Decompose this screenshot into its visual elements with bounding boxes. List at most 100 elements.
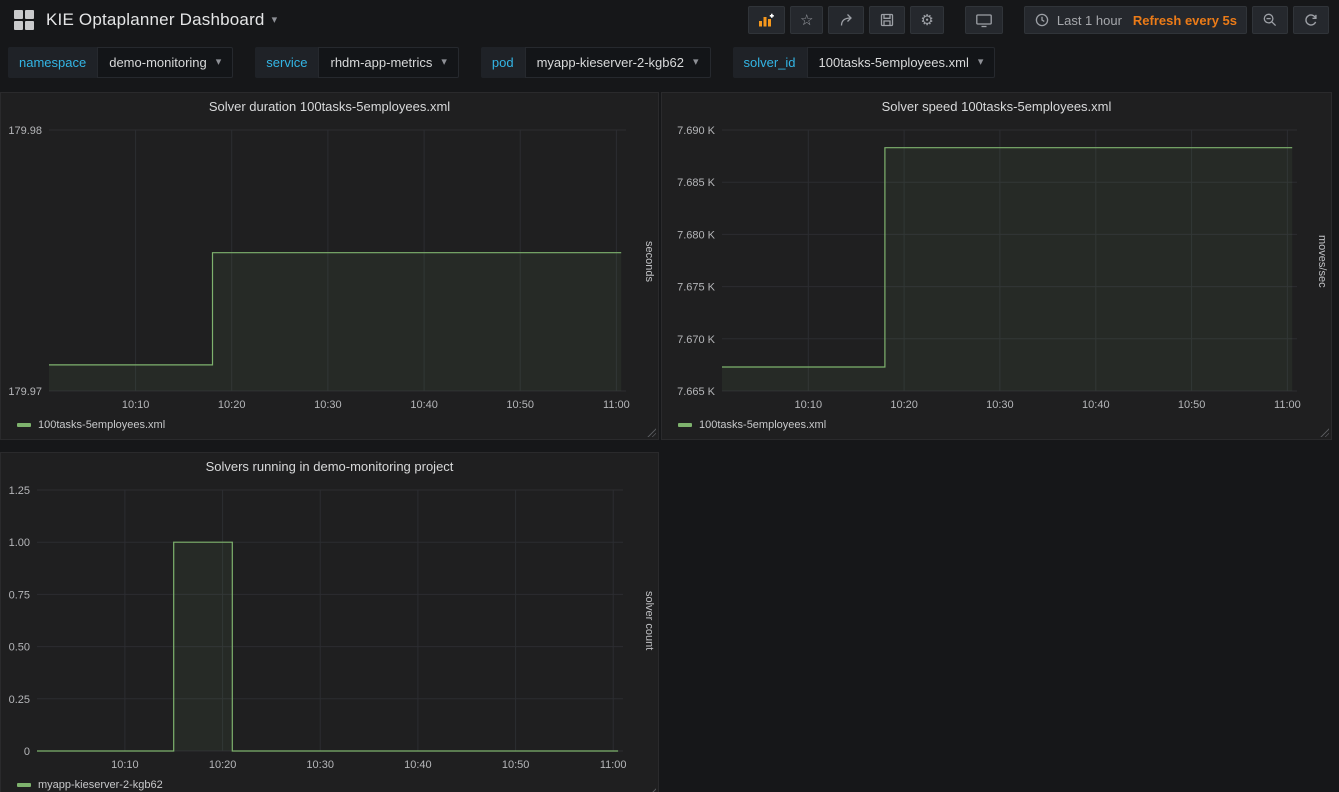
svg-text:0.75: 0.75 — [9, 589, 30, 601]
dashboard-title-dropdown[interactable]: KIE Optaplanner Dashboard ▾ — [46, 10, 277, 30]
variable-solver-id-select[interactable]: 100tasks-5employees.xml ▾ — [807, 47, 996, 78]
panel-title[interactable]: Solvers running in demo-monitoring proje… — [1, 453, 658, 481]
chart-canvas-solvers-running[interactable]: 00.250.500.751.001.2510:1010:2010:3010:4… — [1, 481, 658, 775]
svg-text:10:20: 10:20 — [209, 759, 237, 771]
variable-solver-id-value: 100tasks-5employees.xml — [819, 55, 969, 70]
chevron-down-icon: ▾ — [216, 57, 222, 68]
panel-title[interactable]: Solver duration 100tasks-5employees.xml — [1, 93, 658, 121]
panel-title[interactable]: Solver speed 100tasks-5employees.xml — [662, 93, 1331, 121]
variable-pod-select[interactable]: myapp-kieserver-2-kgb62 ▾ — [525, 47, 711, 78]
panel-solver-speed: Solver speed 100tasks-5employees.xml 7.6… — [661, 92, 1332, 440]
svg-text:10:40: 10:40 — [410, 399, 438, 411]
star-button[interactable]: ☆ — [790, 6, 823, 34]
variable-service: service rhdm-app-metrics ▾ — [255, 47, 459, 78]
legend-series-label: myapp-kieserver-2-kgb62 — [38, 779, 163, 791]
chevron-down-icon: ▾ — [272, 15, 278, 26]
svg-text:0.50: 0.50 — [9, 642, 30, 654]
svg-text:179.97: 179.97 — [8, 386, 42, 398]
variable-pod: pod myapp-kieserver-2-kgb62 ▾ — [481, 47, 711, 78]
svg-text:10:30: 10:30 — [986, 399, 1014, 411]
panel-resize-handle[interactable] — [646, 427, 656, 437]
variable-namespace-label: namespace — [8, 47, 97, 78]
panel-resize-handle[interactable] — [1319, 427, 1329, 437]
variable-namespace: namespace demo-monitoring ▾ — [8, 47, 233, 78]
variable-solver-id-label: solver_id — [733, 47, 807, 78]
chevron-down-icon: ▾ — [693, 57, 699, 68]
variable-pod-label: pod — [481, 47, 525, 78]
svg-text:7.665 K: 7.665 K — [677, 386, 716, 398]
y-axis-right-label: seconds — [643, 121, 655, 401]
settings-button[interactable]: ⚙ — [910, 6, 943, 34]
gear-icon: ⚙ — [920, 13, 933, 28]
variable-service-value: rhdm-app-metrics — [330, 55, 432, 70]
time-range-label: Last 1 hour — [1057, 13, 1122, 28]
svg-text:10:10: 10:10 — [795, 399, 823, 411]
star-icon: ☆ — [800, 13, 813, 28]
zoom-out-button[interactable] — [1252, 6, 1288, 34]
refresh-interval-label: Refresh every 5s — [1133, 13, 1237, 28]
legend-series-label: 100tasks-5employees.xml — [38, 419, 165, 431]
svg-text:10:50: 10:50 — [1178, 399, 1206, 411]
navbar: KIE Optaplanner Dashboard ▾ ☆ — [0, 0, 1339, 40]
add-panel-button[interactable] — [748, 6, 785, 34]
variable-pod-value: myapp-kieserver-2-kgb62 — [537, 55, 684, 70]
save-button[interactable] — [869, 6, 905, 34]
monitor-icon — [975, 12, 993, 28]
chart-canvas-solver-duration[interactable]: 179.97 179.98 10:10 10:20 10:30 10:40 10:50 11:… — [1, 121, 658, 415]
legend-item[interactable]: 100tasks-5employees.xml — [678, 419, 826, 431]
legend-series-swatch — [17, 783, 31, 787]
svg-text:1.00: 1.00 — [9, 537, 30, 549]
legend-series-label: 100tasks-5employees.xml — [699, 419, 826, 431]
template-variables-bar: namespace demo-monitoring ▾ service rhdm… — [0, 40, 1339, 84]
variable-namespace-value: demo-monitoring — [109, 55, 207, 70]
navbar-actions: ☆ ⚙ — [748, 6, 1329, 34]
panel-solvers-running: Solvers running in demo-monitoring proje… — [0, 452, 659, 792]
variable-service-select[interactable]: rhdm-app-metrics ▾ — [318, 47, 458, 78]
share-icon — [838, 12, 854, 28]
svg-text:7.685 K: 7.685 K — [677, 177, 716, 189]
legend-item[interactable]: 100tasks-5employees.xml — [17, 419, 165, 431]
bar-chart-plus-icon — [758, 13, 775, 27]
svg-text:179.98: 179.98 — [8, 125, 42, 137]
y-axis-right-label: moves/sec — [1316, 121, 1328, 401]
svg-text:7.670 K: 7.670 K — [677, 334, 716, 346]
svg-text:7.680 K: 7.680 K — [677, 229, 716, 241]
variable-namespace-select[interactable]: demo-monitoring ▾ — [97, 47, 233, 78]
y-axis-right-label: solver count — [643, 481, 655, 761]
cycle-view-button[interactable] — [965, 6, 1003, 34]
variable-service-label: service — [255, 47, 318, 78]
clock-icon — [1034, 12, 1050, 28]
svg-text:10:20: 10:20 — [218, 399, 246, 411]
svg-text:10:20: 10:20 — [890, 399, 918, 411]
save-icon — [879, 12, 895, 28]
menu-grid-icon[interactable] — [14, 10, 34, 30]
svg-text:10:10: 10:10 — [111, 759, 139, 771]
svg-text:10:50: 10:50 — [506, 399, 534, 411]
chart-canvas-solver-speed[interactable]: 7.665 K 7.670 K 7.675 K 7.680 K 7.685 K 7.690… — [662, 121, 1331, 415]
chevron-down-icon: ▾ — [441, 57, 447, 68]
svg-text:1.25: 1.25 — [9, 485, 30, 497]
svg-text:0: 0 — [24, 746, 30, 758]
chevron-down-icon: ▾ — [978, 57, 984, 68]
svg-text:11:00: 11:00 — [603, 399, 630, 411]
legend-item[interactable]: myapp-kieserver-2-kgb62 — [17, 779, 163, 791]
variable-solver-id: solver_id 100tasks-5employees.xml ▾ — [733, 47, 996, 78]
legend-series-swatch — [678, 423, 692, 427]
zoom-out-icon — [1262, 12, 1278, 28]
svg-text:10:40: 10:40 — [1082, 399, 1110, 411]
refresh-button[interactable] — [1293, 6, 1329, 34]
svg-text:10:40: 10:40 — [404, 759, 432, 771]
share-button[interactable] — [828, 6, 864, 34]
dashboard-title: KIE Optaplanner Dashboard — [46, 10, 265, 30]
svg-text:10:10: 10:10 — [122, 399, 150, 411]
svg-text:7.690 K: 7.690 K — [677, 125, 716, 137]
refresh-icon — [1303, 12, 1319, 28]
legend-series-swatch — [17, 423, 31, 427]
time-picker-button[interactable]: Last 1 hour Refresh every 5s — [1024, 6, 1247, 34]
svg-text:0.25: 0.25 — [9, 694, 30, 706]
panel-solver-duration: Solver duration 100tasks-5employees.xml … — [0, 92, 659, 440]
svg-text:11:00: 11:00 — [600, 759, 627, 771]
svg-text:7.675 K: 7.675 K — [677, 282, 716, 294]
panel-resize-handle[interactable] — [646, 787, 656, 792]
svg-text:10:30: 10:30 — [314, 399, 342, 411]
